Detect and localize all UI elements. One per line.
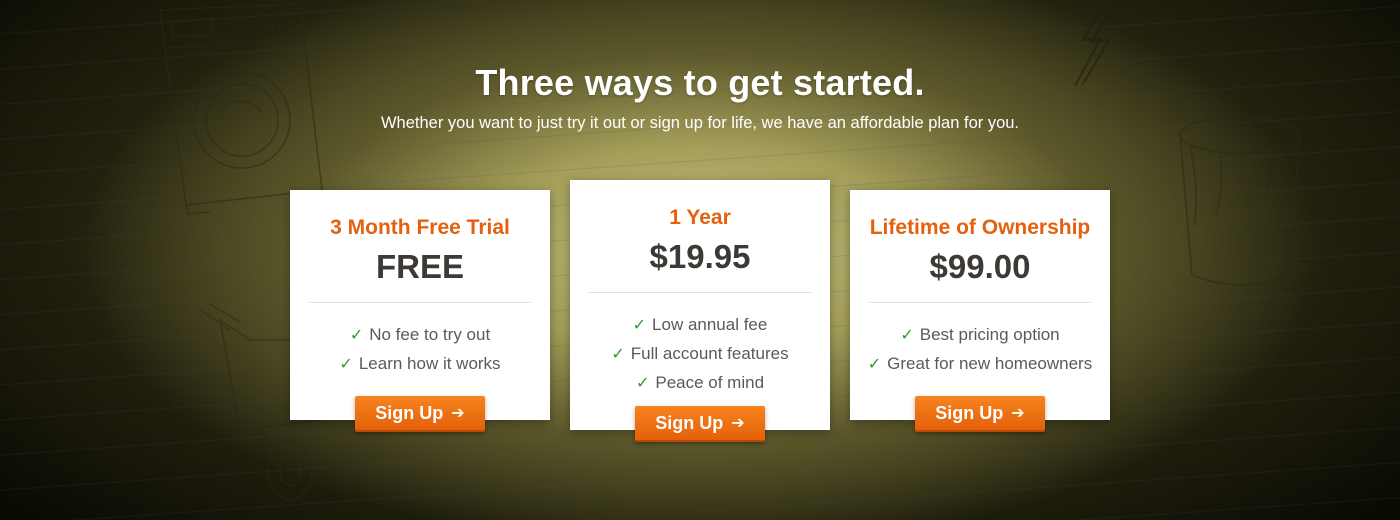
check-icon: ✓ — [635, 375, 650, 392]
paint-can-sketch — [1170, 105, 1310, 305]
signup-button-year[interactable]: Sign Up ➔ — [635, 406, 765, 442]
arrow-right-icon: ➔ — [731, 415, 745, 432]
washing-machine-sketch — [150, 0, 330, 220]
check-icon: ✓ — [632, 317, 647, 334]
page-title: Three ways to get started. — [475, 62, 925, 103]
plan-price: $99.00 — [929, 248, 1031, 285]
feature-list: ✓ No fee to try out ✓ Learn how it works — [290, 321, 550, 379]
signup-button-label: Sign Up — [655, 412, 724, 433]
plan-card-trial: 3 Month Free Trial FREE ✓ No fee to try o… — [290, 190, 550, 420]
card-divider — [869, 302, 1091, 303]
check-icon: ✓ — [339, 356, 353, 373]
feature-item: ✓ Full account features — [611, 344, 789, 363]
plan-name: Lifetime of Ownership — [869, 216, 1091, 239]
feature-list: ✓ Best pricing option ✓ Great for new home… — [850, 321, 1110, 379]
feature-item: ✓ Great for new homeowners — [867, 354, 1093, 373]
plan-price: $19.95 — [649, 238, 751, 275]
feature-item: ✓ No fee to try out — [349, 325, 491, 344]
feature-item: ✓ Peace of mind — [635, 373, 765, 392]
signup-button-lifetime[interactable]: Sign Up ➔ — [915, 396, 1045, 432]
feature-list: ✓ Low annual fee ✓ Full account features ✓… — [570, 311, 830, 398]
plan-name: 3 Month Free Trial — [330, 216, 510, 239]
check-icon: ✓ — [900, 327, 914, 344]
arrow-right-icon: ➔ — [1011, 405, 1025, 422]
card-divider — [589, 292, 811, 293]
check-icon: ✓ — [349, 327, 364, 344]
feature-item: ✓ Learn how it works — [339, 354, 501, 373]
check-icon: ✓ — [611, 346, 625, 363]
check-icon: ✓ — [867, 356, 882, 373]
plan-price: FREE — [375, 248, 464, 285]
feature-item: ✓ Best pricing option — [900, 325, 1060, 344]
signup-button-label: Sign Up — [375, 402, 444, 423]
signup-button-label: Sign Up — [935, 402, 1004, 423]
plan-card-lifetime: Lifetime of Ownership $99.00 ✓ Best prici… — [850, 190, 1110, 420]
page-subtitle: Whether you want to just try it out or s… — [380, 114, 1020, 132]
feature-item: ✓ Low annual fee — [632, 315, 768, 334]
plan-name: 1 Year — [669, 206, 731, 229]
card-divider — [309, 302, 531, 303]
arrow-right-icon: ➔ — [451, 405, 465, 422]
signup-button-trial[interactable]: Sign Up ➔ — [355, 396, 485, 432]
plan-card-year: 1 Year $19.95 ✓ Low annual fee ✓ Full acco… — [570, 180, 830, 430]
